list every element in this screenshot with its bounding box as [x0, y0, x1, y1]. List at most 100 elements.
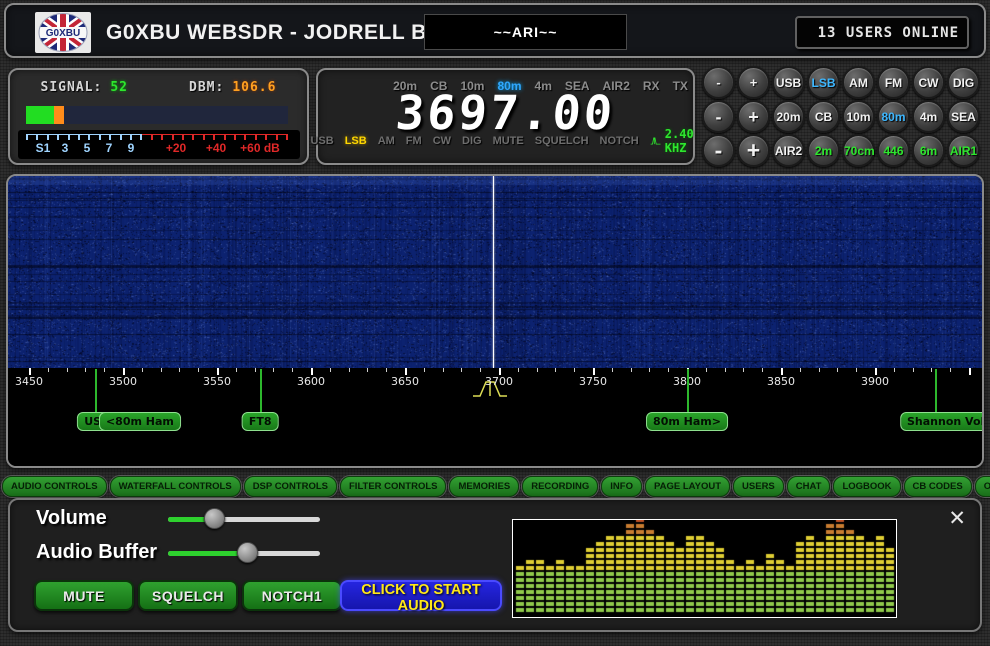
10m-button[interactable]: 10m [842, 100, 875, 133]
70cm-button[interactable]: 70cm [842, 134, 875, 167]
cw-button[interactable]: CW [912, 66, 945, 99]
band-mode-button-grid: -+USBLSBAMFMCWDIG-+20mCB10m80m4mSEA-+AIR… [702, 66, 986, 167]
mode-indicator-lsb: LSB [345, 135, 367, 147]
filter-shape-icon [650, 135, 661, 147]
marker--80m-ham[interactable]: <80m Ham [99, 412, 181, 431]
cb-button[interactable]: CB [807, 100, 840, 133]
tab-users[interactable]: USERS [733, 476, 784, 497]
close-icon[interactable]: ✕ [948, 508, 966, 529]
tab-filter-controls[interactable]: FILTER CONTROLS [340, 476, 446, 497]
marker-shannon-volmet[interactable]: Shannon Volmet [900, 412, 982, 431]
audio-buffer-fill [168, 551, 247, 556]
am-button[interactable]: AM [842, 66, 875, 99]
waterfall-panel[interactable]: 3450350035503600365037003750380038503900… [6, 174, 984, 468]
frequency-display-panel: 20mCB10m80m4mSEAAIR2RXTX 3697.00 USBLSBA… [316, 68, 695, 165]
signal-meter-panel: SIGNAL: 52 DBM: 106.6 S13579+20+40+60 dB [8, 68, 309, 165]
audio-buffer-thumb[interactable] [237, 542, 258, 563]
marker-80m-ham-[interactable]: 80m Ham> [646, 412, 728, 431]
bandwidth-group: 2.40 KHZ [650, 127, 701, 155]
air1-button[interactable]: AIR1 [947, 134, 980, 167]
smeter-baseline-low [26, 134, 142, 135]
button-grid-row-3: -+AIR22m70cm4466mAIR1 [702, 134, 986, 167]
users-online-display: 13 USERS ONLINE [795, 16, 969, 49]
dbm-label: DBM: [189, 80, 224, 95]
mode-indicator-usb: USB [310, 135, 333, 147]
frequency-scale[interactable]: 3450350035503600365037003750380038503900… [8, 368, 982, 466]
air2-button[interactable]: AIR2 [772, 134, 805, 167]
2m-button[interactable]: 2m [807, 134, 840, 167]
tab-logbook[interactable]: LOGBOOK [833, 476, 900, 497]
waterfall-canvas[interactable] [8, 176, 982, 368]
notch1-button[interactable]: NOTCH1 [242, 580, 342, 611]
fm-button[interactable]: FM [877, 66, 910, 99]
4m-button[interactable]: 4m [912, 100, 945, 133]
lsb-button[interactable]: LSB [807, 66, 840, 99]
tab-chat[interactable]: CHAT [787, 476, 831, 497]
usb-button[interactable]: USB [772, 66, 805, 99]
tuned-frequency-cursor [493, 176, 494, 368]
mode-indicator-fm: FM [406, 135, 422, 147]
mute-button[interactable]: MUTE [34, 580, 134, 611]
signal-readout-row: SIGNAL: 52 DBM: 106.6 [10, 80, 307, 95]
union-jack-logo-icon: G0XBU [35, 12, 91, 53]
mode-indicator-am: AM [378, 135, 395, 147]
volume-slider[interactable] [168, 508, 320, 530]
volume-label: Volume [36, 507, 107, 530]
dig-button[interactable]: DIG [947, 66, 980, 99]
tab-bar: AUDIO CONTROLSWATERFALL CONTROLSDSP CONT… [2, 476, 988, 497]
tab-recording[interactable]: RECORDING [522, 476, 598, 497]
6m-button[interactable]: 6m [912, 134, 945, 167]
20m-button[interactable]: 20m [772, 100, 805, 133]
smeter-orange-fill [54, 106, 64, 124]
smeter-green-fill [26, 106, 54, 124]
volume-thumb[interactable] [204, 508, 225, 529]
mode-indicator-row: USBLSBAMFMCWDIGMUTESQUELCHNOTCH2.40 KHZ [318, 127, 693, 155]
decrement-button-row1[interactable]: - [702, 66, 735, 99]
smeter-scale: S13579+20+40+60 dB [18, 130, 300, 159]
tab-audio-controls[interactable]: AUDIO CONTROLS [2, 476, 107, 497]
decrement-button-row2[interactable]: - [702, 100, 735, 133]
increment-button-row3[interactable]: + [737, 134, 770, 167]
marker-ft8[interactable]: FT8 [242, 412, 279, 431]
sea-button[interactable]: SEA [947, 100, 980, 133]
header: G0XBU G0XBU WEBSDR - JODRELL BANK ~~ARI~… [4, 3, 986, 58]
start-audio-button[interactable]: CLICK TO START AUDIO [340, 580, 502, 611]
users-online-text: 13 USERS ONLINE [818, 25, 959, 41]
bandwidth-value: 2.40 KHZ [665, 127, 701, 155]
increment-button-row2[interactable]: + [737, 100, 770, 133]
mode-indicator-squelch: SQUELCH [535, 135, 589, 147]
audio-level-equalizer [512, 519, 897, 618]
button-grid-row-2: -+20mCB10m80m4mSEA [702, 100, 986, 133]
tab-info[interactable]: INFO [601, 476, 642, 497]
80m-button[interactable]: 80m [877, 100, 910, 133]
tab-page-layout[interactable]: PAGE LAYOUT [645, 476, 730, 497]
tab-waterfall-controls[interactable]: WATERFALL CONTROLS [110, 476, 241, 497]
audio-controls-panel: Volume Audio Buffer MUTE SQUELCH NOTCH1 … [8, 498, 982, 632]
websdr-page: G0XBU G0XBU WEBSDR - JODRELL BANK ~~ARI~… [0, 0, 990, 646]
signal-value: 52 [110, 80, 128, 95]
audio-buffer-label: Audio Buffer [36, 541, 157, 564]
station-logo: G0XBU [35, 12, 91, 53]
page-title: G0XBU WEBSDR - JODRELL BANK [106, 5, 474, 60]
mode-indicator-mute: MUTE [493, 135, 524, 147]
smeter-bar [26, 106, 288, 124]
mode-indicator-notch: NOTCH [600, 135, 639, 147]
audio-buffer-slider[interactable] [168, 542, 320, 564]
mode-indicator-dig: DIG [462, 135, 482, 147]
banner-text: ~~ARI~~ [494, 24, 558, 40]
increment-button-row1[interactable]: + [737, 66, 770, 99]
banner-box: ~~ARI~~ [424, 14, 627, 50]
dbm-value: 106.6 [232, 80, 276, 95]
signal-label: SIGNAL: [41, 80, 103, 95]
tab-cb-codes[interactable]: CB CODES [904, 476, 972, 497]
decrement-button-row3[interactable]: - [702, 134, 735, 167]
equalizer-canvas [513, 520, 896, 617]
mode-indicator-cw: CW [433, 135, 451, 147]
tab-openwebrx[interactable]: OpenWebRX [975, 476, 990, 497]
tab-dsp-controls[interactable]: DSP CONTROLS [244, 476, 337, 497]
446-button[interactable]: 446 [877, 134, 910, 167]
logo-text: G0XBU [46, 28, 80, 39]
button-grid-row-1: -+USBLSBAMFMCWDIG [702, 66, 986, 99]
squelch-button[interactable]: SQUELCH [138, 580, 238, 611]
tab-memories[interactable]: MEMORIES [449, 476, 519, 497]
